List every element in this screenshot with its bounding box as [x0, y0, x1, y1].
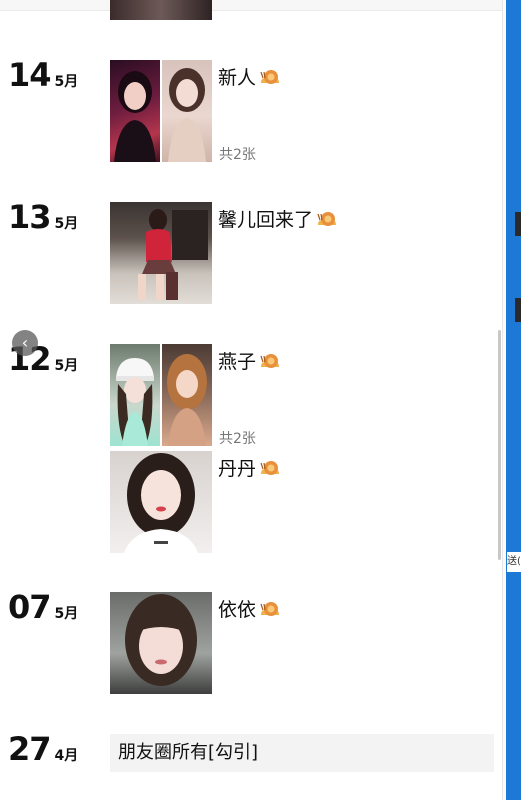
- chevron-left-icon[interactable]: ‹: [12, 330, 38, 356]
- snail-emoji-icon: [260, 69, 280, 84]
- portrait-photo: [168, 68, 206, 162]
- photo-thumbnail[interactable]: [110, 451, 212, 553]
- portrait-photo: [124, 453, 198, 553]
- scrollbar-thumb[interactable]: [498, 330, 501, 560]
- person-photo: [138, 209, 208, 300]
- post-date: 13 5月: [8, 198, 78, 236]
- background-window-strip: [506, 0, 521, 800]
- snail-emoji-icon: [260, 460, 280, 475]
- snail-emoji-icon: [260, 353, 280, 368]
- caption-text: 丹丹: [218, 458, 257, 480]
- portrait-photo: [114, 71, 156, 162]
- portrait-photo: [116, 358, 154, 446]
- date-month: 4月: [54, 748, 79, 764]
- caption-text: 馨儿回来了: [218, 209, 314, 231]
- portrait-photo: [125, 594, 197, 686]
- photo-thumbnail[interactable]: [110, 0, 212, 20]
- text-post[interactable]: 朋友圈所有[勾引]: [110, 734, 494, 772]
- date-day: 13: [8, 198, 52, 236]
- photo-thumbnail[interactable]: [162, 344, 212, 446]
- top-bar: [0, 0, 502, 11]
- post-date: 14 5月: [8, 56, 78, 94]
- photo-thumbnail[interactable]: [110, 202, 212, 304]
- snail-emoji-icon: [260, 601, 280, 616]
- date-day: 27: [8, 730, 52, 768]
- post-caption: 燕子: [218, 347, 281, 374]
- post-caption: 依依: [218, 595, 281, 622]
- date-month: 5月: [54, 216, 79, 232]
- photo-thumbnail[interactable]: [162, 60, 212, 162]
- photo-count: 共2张: [219, 147, 256, 163]
- caption-text: 新人: [218, 67, 257, 89]
- date-month: 5月: [54, 74, 79, 90]
- caption-text: 依依: [218, 599, 257, 621]
- photo-thumbnail[interactable]: [110, 60, 160, 162]
- post-caption: 新人: [218, 63, 281, 90]
- photo-thumbnail[interactable]: [110, 592, 212, 694]
- photo-count: 共2张: [219, 431, 256, 447]
- photo-thumbnail[interactable]: [110, 344, 160, 446]
- post-caption: 丹丹: [218, 454, 281, 481]
- post-date: 27 4月: [8, 730, 78, 768]
- snail-emoji-icon: [317, 211, 337, 226]
- post-caption: 馨儿回来了: [218, 205, 338, 232]
- portrait-photo: [167, 354, 207, 446]
- date-month: 5月: [54, 606, 79, 622]
- background-thumbnail: [515, 212, 521, 236]
- date-day: 14: [8, 56, 52, 94]
- post-date: 07 5月: [8, 588, 78, 626]
- background-text: 送(: [507, 552, 521, 572]
- background-thumbnail: [515, 298, 521, 322]
- date-month: 5月: [54, 358, 79, 374]
- caption-text: 燕子: [218, 351, 257, 373]
- date-day: 07: [8, 588, 52, 626]
